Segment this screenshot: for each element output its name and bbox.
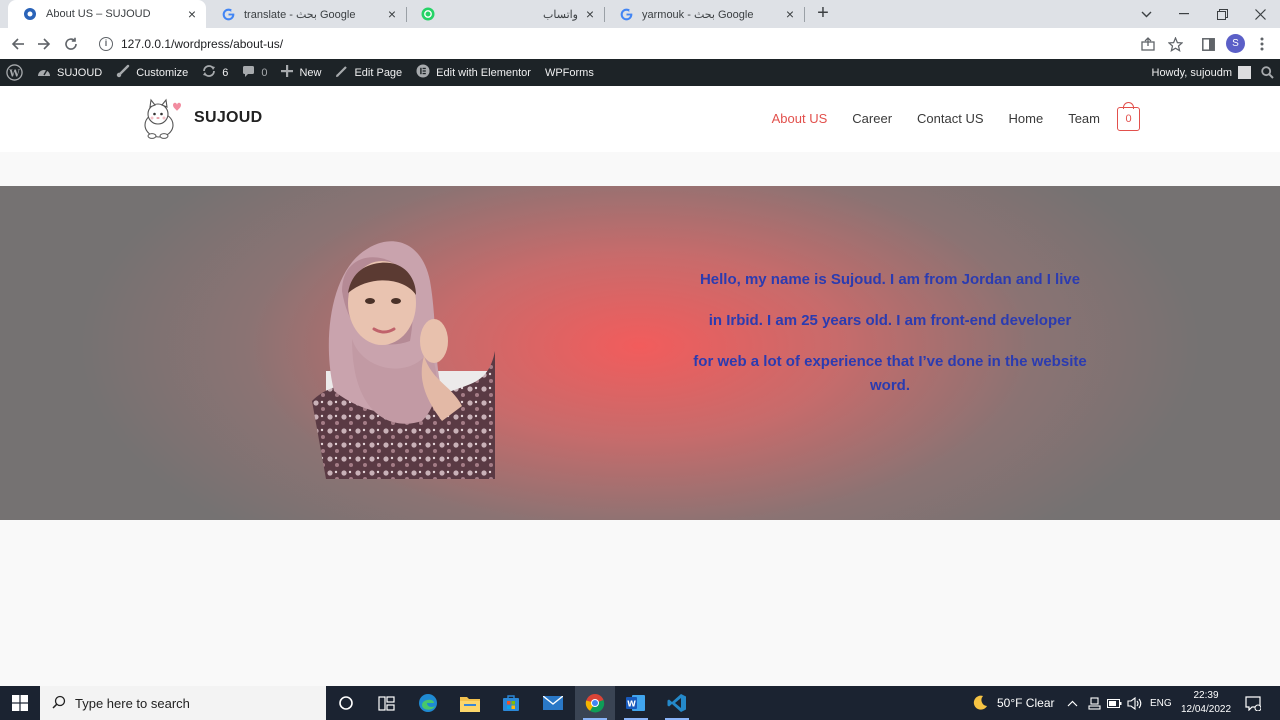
dashboard-icon bbox=[37, 65, 51, 80]
forward-icon[interactable] bbox=[34, 34, 54, 54]
close-tab-icon[interactable]: × bbox=[384, 6, 400, 22]
tab-search-chevron-icon[interactable] bbox=[1127, 0, 1165, 28]
taskbar-clock[interactable]: 22:39 12/04/2022 bbox=[1178, 689, 1234, 717]
wp-admin-bar: W SUJOUD Customize 6 0 New Edit Page Edi… bbox=[0, 59, 1280, 86]
bio-line: in Irbid. I am 25 years old. I am front-… bbox=[708, 312, 1072, 329]
updates-link[interactable]: 6 bbox=[195, 59, 235, 86]
cart-button[interactable]: 0 bbox=[1117, 107, 1140, 131]
profile-avatar[interactable]: S bbox=[1226, 34, 1245, 53]
paintbrush-icon bbox=[116, 64, 130, 81]
about-hero-section: Hello, my name is Sujoud. I am from Jord… bbox=[0, 186, 1280, 520]
updates-icon bbox=[202, 64, 216, 81]
microsoft-store-icon[interactable] bbox=[491, 686, 531, 720]
svg-text:W: W bbox=[8, 68, 20, 79]
task-view-icon[interactable] bbox=[366, 686, 406, 720]
volume-icon[interactable] bbox=[1127, 686, 1142, 720]
bio-line: for web a lot of experience that I’ve do… bbox=[693, 353, 1087, 394]
close-tab-icon[interactable]: × bbox=[582, 6, 598, 22]
plus-icon bbox=[281, 65, 294, 80]
share-icon[interactable] bbox=[1138, 34, 1158, 54]
admin-search-icon[interactable] bbox=[1261, 66, 1274, 79]
back-icon[interactable] bbox=[8, 34, 28, 54]
whatsapp-icon bbox=[420, 6, 436, 22]
restore-button[interactable] bbox=[1203, 0, 1241, 28]
site-title[interactable]: SUJOUD bbox=[194, 109, 262, 127]
cart-count: 0 bbox=[1125, 113, 1132, 125]
comments-link[interactable]: 0 bbox=[235, 59, 274, 86]
close-tab-icon[interactable]: × bbox=[782, 6, 798, 22]
close-window-button[interactable] bbox=[1241, 0, 1279, 28]
word-icon[interactable]: W bbox=[616, 686, 656, 720]
menu-item-home[interactable]: Home bbox=[1009, 111, 1044, 126]
network-icon[interactable] bbox=[1088, 686, 1101, 720]
bookmark-star-icon[interactable] bbox=[1165, 34, 1185, 54]
pencil-icon bbox=[335, 65, 348, 81]
close-tab-icon[interactable]: × bbox=[184, 6, 200, 22]
windows-start-icon[interactable] bbox=[0, 686, 40, 720]
menu-item-about-us[interactable]: About US bbox=[772, 111, 828, 126]
menu-item-contact-us[interactable]: Contact US bbox=[917, 111, 983, 126]
file-explorer-icon[interactable] bbox=[450, 686, 490, 720]
browser-tab-strip: About US – SUJOUD × translate - بحث Goog… bbox=[0, 0, 1280, 28]
notifications-icon[interactable] bbox=[1245, 686, 1261, 720]
google-icon bbox=[618, 6, 634, 22]
side-panel-icon[interactable] bbox=[1198, 34, 1218, 54]
edge-icon[interactable] bbox=[408, 686, 448, 720]
edit-with-elementor-link[interactable]: Edit with Elementor bbox=[409, 59, 538, 86]
elementor-icon bbox=[416, 64, 430, 81]
address-bar[interactable]: i 127.0.0.1/wordpress/about-us/ bbox=[90, 31, 1190, 56]
user-avatar[interactable] bbox=[1238, 66, 1251, 79]
mail-icon[interactable] bbox=[533, 686, 573, 720]
input-language-indicator[interactable]: ENG bbox=[1150, 686, 1172, 720]
search-icon bbox=[52, 695, 66, 712]
windows-taskbar: Type here to search W 50°F Clear ENG 22:… bbox=[0, 686, 1280, 720]
bio-text: Hello, my name is Sujoud. I am from Jord… bbox=[680, 268, 1100, 415]
clock-date: 12/04/2022 bbox=[1180, 704, 1232, 715]
vscode-icon[interactable] bbox=[657, 686, 697, 720]
tab-whatsapp[interactable]: واتساب × bbox=[406, 0, 604, 28]
tab-yarmouk[interactable]: yarmouk - بحث Google × bbox=[604, 0, 804, 28]
moon-icon bbox=[972, 695, 988, 711]
customize-link[interactable]: Customize bbox=[109, 59, 195, 86]
new-tab-button[interactable]: + bbox=[812, 3, 834, 25]
minimize-button[interactable] bbox=[1165, 0, 1203, 28]
admin-account-area: Howdy, sujoudm bbox=[1152, 59, 1280, 86]
howdy-account-link[interactable]: Howdy, sujoudm bbox=[1152, 67, 1233, 79]
more-menu-icon[interactable] bbox=[1252, 34, 1272, 54]
site-favicon-icon bbox=[22, 6, 38, 22]
site-logo[interactable] bbox=[140, 97, 182, 141]
battery-icon[interactable] bbox=[1107, 686, 1122, 720]
weather-widget[interactable]: 50°F Clear bbox=[972, 686, 1055, 720]
primary-menu: About US Career Contact US Home Team bbox=[772, 111, 1100, 126]
site-info-icon[interactable]: i bbox=[99, 36, 113, 51]
show-hidden-icons-chevron-icon[interactable] bbox=[1067, 686, 1078, 720]
cortana-icon[interactable] bbox=[326, 686, 366, 720]
edit-page-link[interactable]: Edit Page bbox=[328, 59, 409, 86]
taskbar-search-input[interactable]: Type here to search bbox=[40, 686, 326, 720]
google-icon bbox=[220, 6, 236, 22]
wordpress-logo-icon[interactable]: W bbox=[0, 59, 30, 86]
comment-bubble-icon bbox=[242, 65, 255, 81]
bio-line: Hello, my name is Sujoud. I am from Jord… bbox=[699, 271, 1081, 288]
svg-text:W: W bbox=[627, 700, 636, 709]
reload-icon[interactable] bbox=[61, 34, 81, 54]
tab-about-us[interactable]: About US – SUJOUD × bbox=[8, 0, 206, 28]
clock-time: 22:39 bbox=[1193, 690, 1219, 701]
menu-item-team[interactable]: Team bbox=[1068, 111, 1100, 126]
tab-translate[interactable]: translate - بحث Google × bbox=[206, 0, 406, 28]
browser-toolbar: i 127.0.0.1/wordpress/about-us/ bbox=[0, 28, 1280, 59]
new-content-link[interactable]: New bbox=[274, 59, 328, 86]
site-header: SUJOUD About US Career Contact US Home T… bbox=[0, 86, 1280, 152]
wpforms-link[interactable]: WPForms bbox=[538, 59, 601, 86]
chrome-icon[interactable] bbox=[575, 686, 615, 720]
menu-item-career[interactable]: Career bbox=[852, 111, 892, 126]
profile-photo bbox=[312, 231, 495, 479]
admin-site-link[interactable]: SUJOUD bbox=[30, 59, 109, 86]
tab-separator bbox=[804, 7, 805, 22]
